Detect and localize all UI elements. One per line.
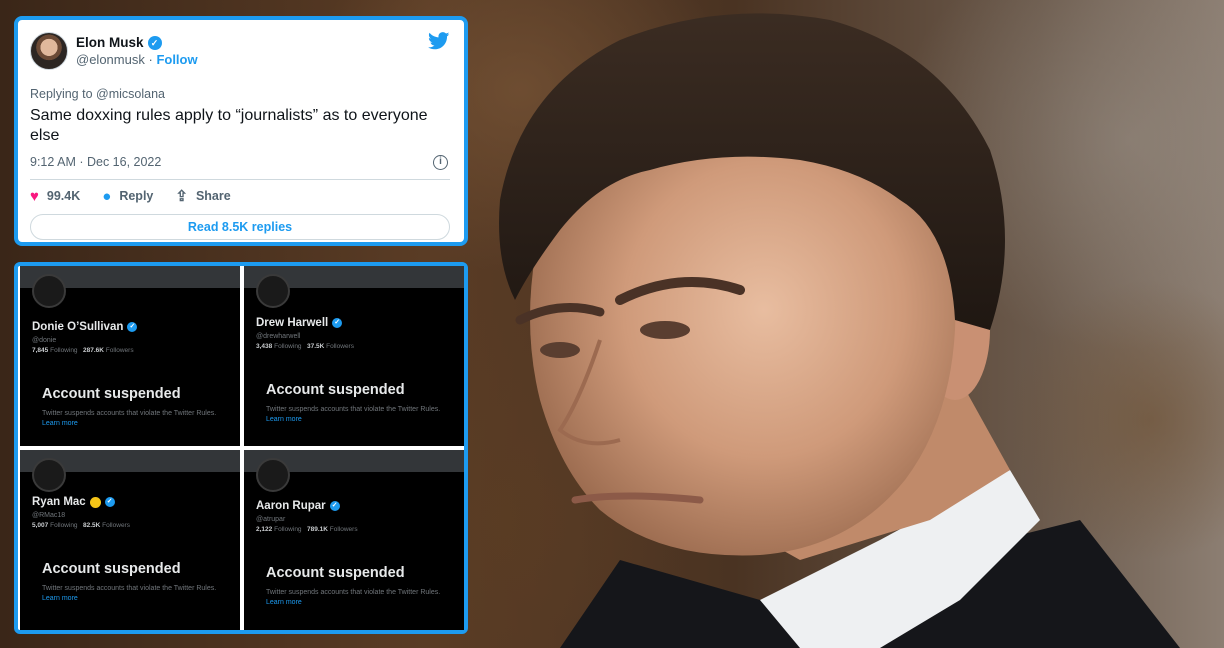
tweet-meta: 9:12 AM · Dec 16, 2022 i bbox=[30, 153, 450, 171]
avatar bbox=[32, 458, 66, 492]
followers-label: Followers bbox=[326, 343, 354, 350]
separator: · bbox=[148, 52, 153, 67]
avatar[interactable] bbox=[30, 32, 68, 70]
followers-label: Followers bbox=[105, 347, 134, 354]
avatar bbox=[256, 274, 290, 308]
author-name[interactable]: Elon Musk bbox=[76, 34, 144, 51]
share-button[interactable]: ⇪ Share bbox=[175, 189, 230, 204]
account-name-row: Ryan Mac ✓ bbox=[32, 496, 115, 508]
share-icon: ⇪ bbox=[175, 187, 188, 205]
account-stats: 2,122 Following 789.1K Followers bbox=[256, 526, 358, 533]
account-name: Donie O’Sullivan bbox=[32, 321, 124, 333]
following-count: 3,438 bbox=[256, 343, 273, 350]
reply-label: Reply bbox=[119, 189, 154, 203]
following-count: 5,007 bbox=[32, 522, 49, 529]
share-label: Share bbox=[195, 189, 231, 203]
avatar bbox=[256, 458, 290, 492]
account-name: Drew Harwell bbox=[256, 317, 329, 329]
followers-count: 287.6K bbox=[82, 347, 104, 354]
heart-icon: ♥ bbox=[30, 187, 39, 205]
account-handle: @RMac18 bbox=[32, 512, 66, 519]
verified-badge-icon: ✓ bbox=[332, 318, 343, 328]
suspended-description: Twitter suspends accounts that violate t… bbox=[266, 588, 441, 608]
account-handle: @donie bbox=[32, 337, 57, 344]
tweet-card[interactable]: Elon Musk ✓ @elonmusk · Follow Replying … bbox=[14, 16, 468, 246]
suspended-accounts-grid: Donie O’Sullivan ✓ @donie 7,845 Followin… bbox=[14, 262, 468, 634]
suspended-description-text: Twitter suspends accounts that violate t… bbox=[266, 406, 441, 413]
replying-to[interactable]: Replying to @micsolana bbox=[30, 87, 450, 101]
suspended-heading: Account suspended bbox=[42, 386, 181, 402]
account-handle: @drewharwell bbox=[256, 333, 301, 340]
read-replies-button[interactable]: Read 8.5K replies bbox=[30, 214, 450, 240]
tweet-actions: ♥ 99.4K ● Reply ⇪ Share bbox=[30, 180, 450, 212]
verified-badge-icon: ✓ bbox=[104, 497, 115, 507]
followers-label: Followers bbox=[102, 522, 130, 529]
account-name-row: Drew Harwell ✓ bbox=[256, 317, 343, 329]
following-count: 2,122 bbox=[256, 526, 273, 533]
verified-badge-icon: ✓ bbox=[127, 322, 138, 332]
avatar bbox=[32, 274, 66, 308]
reply-bubble-icon: ● bbox=[102, 187, 112, 205]
reply-button[interactable]: ● Reply bbox=[102, 189, 153, 204]
emoji-icon bbox=[89, 496, 101, 508]
suspended-description-text: Twitter suspends accounts that violate t… bbox=[266, 589, 441, 596]
account-stats: 5,007 Following 82.5K Followers bbox=[32, 522, 130, 529]
account-name: Ryan Mac bbox=[32, 496, 86, 508]
account-card[interactable]: Donie O’Sullivan ✓ @donie 7,845 Followin… bbox=[20, 266, 240, 446]
suspended-description: Twitter suspends accounts that violate t… bbox=[42, 409, 217, 429]
suspended-heading: Account suspended bbox=[42, 561, 181, 577]
suspended-description: Twitter suspends accounts that violate t… bbox=[42, 584, 217, 604]
account-name-row: Aaron Rupar ✓ bbox=[256, 500, 340, 512]
following-label: Following bbox=[274, 526, 302, 533]
learn-more-link[interactable]: Learn more bbox=[42, 420, 78, 427]
twitter-bird-icon[interactable] bbox=[428, 32, 450, 50]
suspended-heading: Account suspended bbox=[266, 565, 405, 581]
account-stats: 3,438 Following 37.5K Followers bbox=[256, 343, 354, 350]
following-label: Following bbox=[50, 522, 78, 529]
account-stats: 7,845 Following 287.6K Followers bbox=[32, 347, 134, 354]
account-card[interactable]: Drew Harwell ✓ @drewharwell 3,438 Follow… bbox=[244, 266, 464, 446]
followers-count: 82.5K bbox=[82, 522, 101, 529]
followers-label: Followers bbox=[329, 526, 358, 533]
tweet-timestamp[interactable]: 9:12 AM · Dec 16, 2022 bbox=[30, 155, 161, 169]
verified-badge-icon: ✓ bbox=[147, 35, 162, 50]
following-count: 7,845 bbox=[32, 347, 49, 354]
learn-more-link[interactable]: Learn more bbox=[266, 599, 302, 606]
account-card[interactable]: Aaron Rupar ✓ @atrupar 2,122 Following 7… bbox=[244, 450, 464, 630]
author-handle[interactable]: @elonmusk bbox=[76, 52, 145, 67]
learn-more-link[interactable]: Learn more bbox=[266, 416, 302, 423]
like-count: 99.4K bbox=[46, 189, 81, 203]
tweet-header: Elon Musk ✓ @elonmusk · Follow bbox=[30, 30, 450, 72]
account-name-row: Donie O’Sullivan ✓ bbox=[32, 321, 138, 333]
learn-more-link[interactable]: Learn more bbox=[42, 595, 78, 602]
suspended-heading: Account suspended bbox=[266, 382, 405, 398]
followers-count: 789.1K bbox=[306, 526, 328, 533]
suspended-description-text: Twitter suspends accounts that violate t… bbox=[42, 585, 217, 592]
suspended-description-text: Twitter suspends accounts that violate t… bbox=[42, 410, 217, 417]
follow-button[interactable]: Follow bbox=[156, 52, 197, 67]
following-label: Following bbox=[274, 343, 302, 350]
like-button[interactable]: ♥ 99.4K bbox=[30, 189, 80, 204]
followers-count: 37.5K bbox=[306, 343, 325, 350]
account-name: Aaron Rupar bbox=[256, 500, 326, 512]
tweet-author: Elon Musk ✓ @elonmusk · Follow bbox=[76, 34, 198, 68]
verified-badge-icon: ✓ bbox=[329, 501, 340, 511]
account-card[interactable]: Ryan Mac ✓ @RMac18 5,007 Following 82.5K… bbox=[20, 450, 240, 630]
tweet-text: Same doxxing rules apply to “journalists… bbox=[30, 107, 428, 144]
info-icon[interactable]: i bbox=[433, 154, 448, 170]
account-handle: @atrupar bbox=[256, 516, 286, 523]
suspended-description: Twitter suspends accounts that violate t… bbox=[266, 405, 441, 425]
following-label: Following bbox=[50, 347, 78, 354]
